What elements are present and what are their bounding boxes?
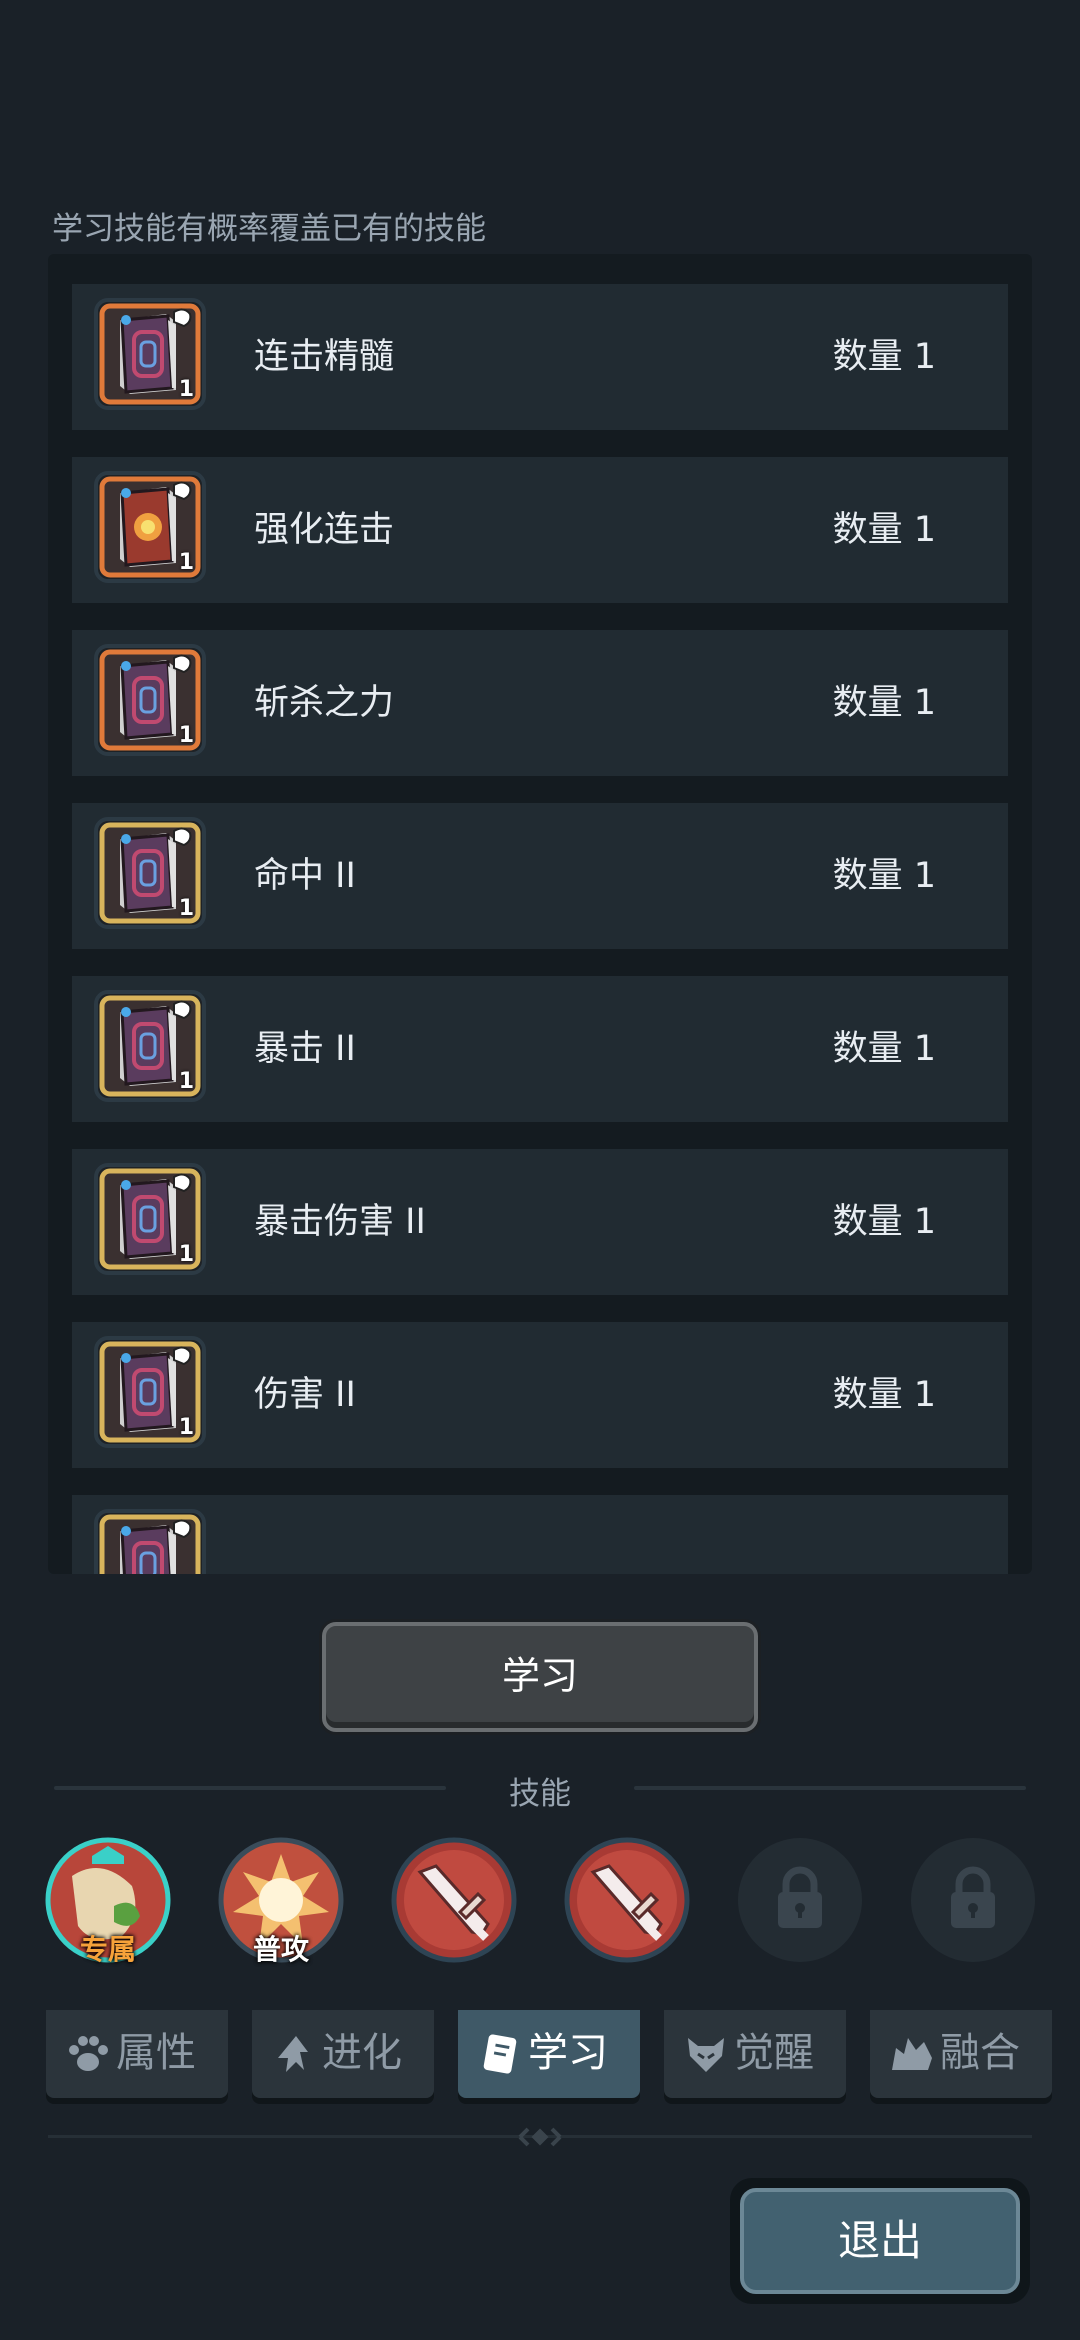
tab-label: 进化	[322, 2030, 402, 2076]
skill-book-quantity: 数量 1	[832, 337, 936, 377]
learn-book-icon	[476, 2030, 524, 2078]
count-badge: 1	[178, 896, 194, 921]
count-badge: 1	[178, 1242, 194, 1267]
count-badge: 1	[178, 550, 194, 575]
tab-5[interactable]: 融合	[870, 2010, 1052, 2098]
hint-text: 学习技能有概率覆盖已有的技能	[52, 211, 486, 247]
skill-book-icon: 1	[94, 817, 206, 929]
skill-book-row[interactable]: 1 伤害 II 数量 1	[72, 1322, 1008, 1468]
skill-book-name: 命中 II	[254, 856, 356, 896]
skill-book-row[interactable]: 1 暴击 II 数量 1	[72, 976, 1008, 1122]
skills-section-title: 技能	[509, 1776, 571, 1812]
skill-slot[interactable]	[909, 1836, 1037, 1964]
skill-slot-label: 普攻	[252, 1933, 309, 1966]
tab-label: 融合	[940, 2030, 1020, 2076]
count-badge: 1	[178, 377, 194, 402]
lock-icon	[736, 1836, 864, 1968]
sword-skill-icon	[390, 1836, 518, 1968]
skill-book-name: 暴击 II	[254, 1029, 356, 1069]
skill-book-row[interactable]: 1 命中 II 数量 1	[72, 803, 1008, 949]
skill-book-icon	[94, 1509, 206, 1574]
skill-book-name: 强化连击	[254, 510, 395, 550]
skill-book-icon: 1	[94, 298, 206, 410]
tab-1[interactable]: 属性	[46, 2010, 228, 2098]
tab-label: 学习	[528, 2030, 608, 2076]
tab-label: 属性	[116, 2030, 196, 2076]
skill-book-name: 伤害 II	[254, 1375, 356, 1415]
skill-book-icon: 1	[94, 1336, 206, 1448]
skill-book-name: 斩杀之力	[254, 683, 395, 723]
skill-book-quantity: 数量 1	[832, 510, 936, 550]
count-badge: 1	[178, 1415, 194, 1440]
exit-button[interactable]: 退出	[730, 2178, 1030, 2304]
divider-ornament-icon	[518, 2127, 562, 2147]
skill-book-row[interactable]: 1 暴击伤害 II 数量 1	[72, 1149, 1008, 1295]
tab-label: 觉醒	[734, 2030, 814, 2076]
skill-slot[interactable]: 专属	[44, 1836, 172, 1966]
learn-button[interactable]: 学习	[322, 1622, 758, 1732]
skill-book-quantity: 数量 1	[832, 1029, 936, 1069]
skill-book-quantity: 数量 1	[832, 856, 936, 896]
skill-book-list[interactable]: 1 连击精髓 数量 1 1 强化连击 数量 1 1 斩杀之力 数量 1 1 命中 II 数量 1	[48, 254, 1032, 1574]
tab-3[interactable]: 学习	[458, 2010, 640, 2098]
learn-button-label: 学习	[501, 1654, 578, 1698]
skill-book-row[interactable]: 1 斩杀之力 数量 1	[72, 630, 1008, 776]
skill-book-quantity: 数量 1	[832, 683, 936, 723]
skill-book-row[interactable]	[72, 1495, 1008, 1574]
skill-book-quantity: 数量 1	[832, 1202, 936, 1242]
paw-icon	[64, 2030, 112, 2078]
tab-4[interactable]: 觉醒	[664, 2010, 846, 2098]
skill-book-name: 连击精髓	[254, 337, 395, 377]
skill-book-icon: 1	[94, 990, 206, 1102]
skill-book-icon: 1	[94, 1163, 206, 1275]
skill-book-icon: 1	[94, 644, 206, 756]
skill-slot-label: 专属	[79, 1933, 136, 1966]
awaken-mask-icon	[682, 2030, 730, 2078]
evolve-arrow-icon	[270, 2030, 318, 2078]
skill-slot[interactable]: 普攻	[217, 1836, 345, 1966]
skill-book-row[interactable]: 1 强化连击 数量 1	[72, 457, 1008, 603]
skill-slot[interactable]	[390, 1836, 518, 1964]
lock-icon	[909, 1836, 1037, 1968]
skill-book-row[interactable]: 1 连击精髓 数量 1	[72, 284, 1008, 430]
red-skill-book-icon: 1	[94, 471, 206, 583]
skill-book-name: 暴击伤害 II	[254, 1202, 426, 1242]
skill-book-quantity: 数量 1	[832, 1375, 936, 1415]
count-badge: 1	[178, 723, 194, 748]
count-badge: 1	[178, 1069, 194, 1094]
skill-slot[interactable]	[563, 1836, 691, 1964]
sword-skill-icon	[563, 1836, 691, 1968]
skill-slot[interactable]	[736, 1836, 864, 1964]
fusion-beast-icon	[888, 2030, 936, 2078]
tab-2[interactable]: 进化	[252, 2010, 434, 2098]
exit-button-label: 退出	[837, 2216, 922, 2265]
